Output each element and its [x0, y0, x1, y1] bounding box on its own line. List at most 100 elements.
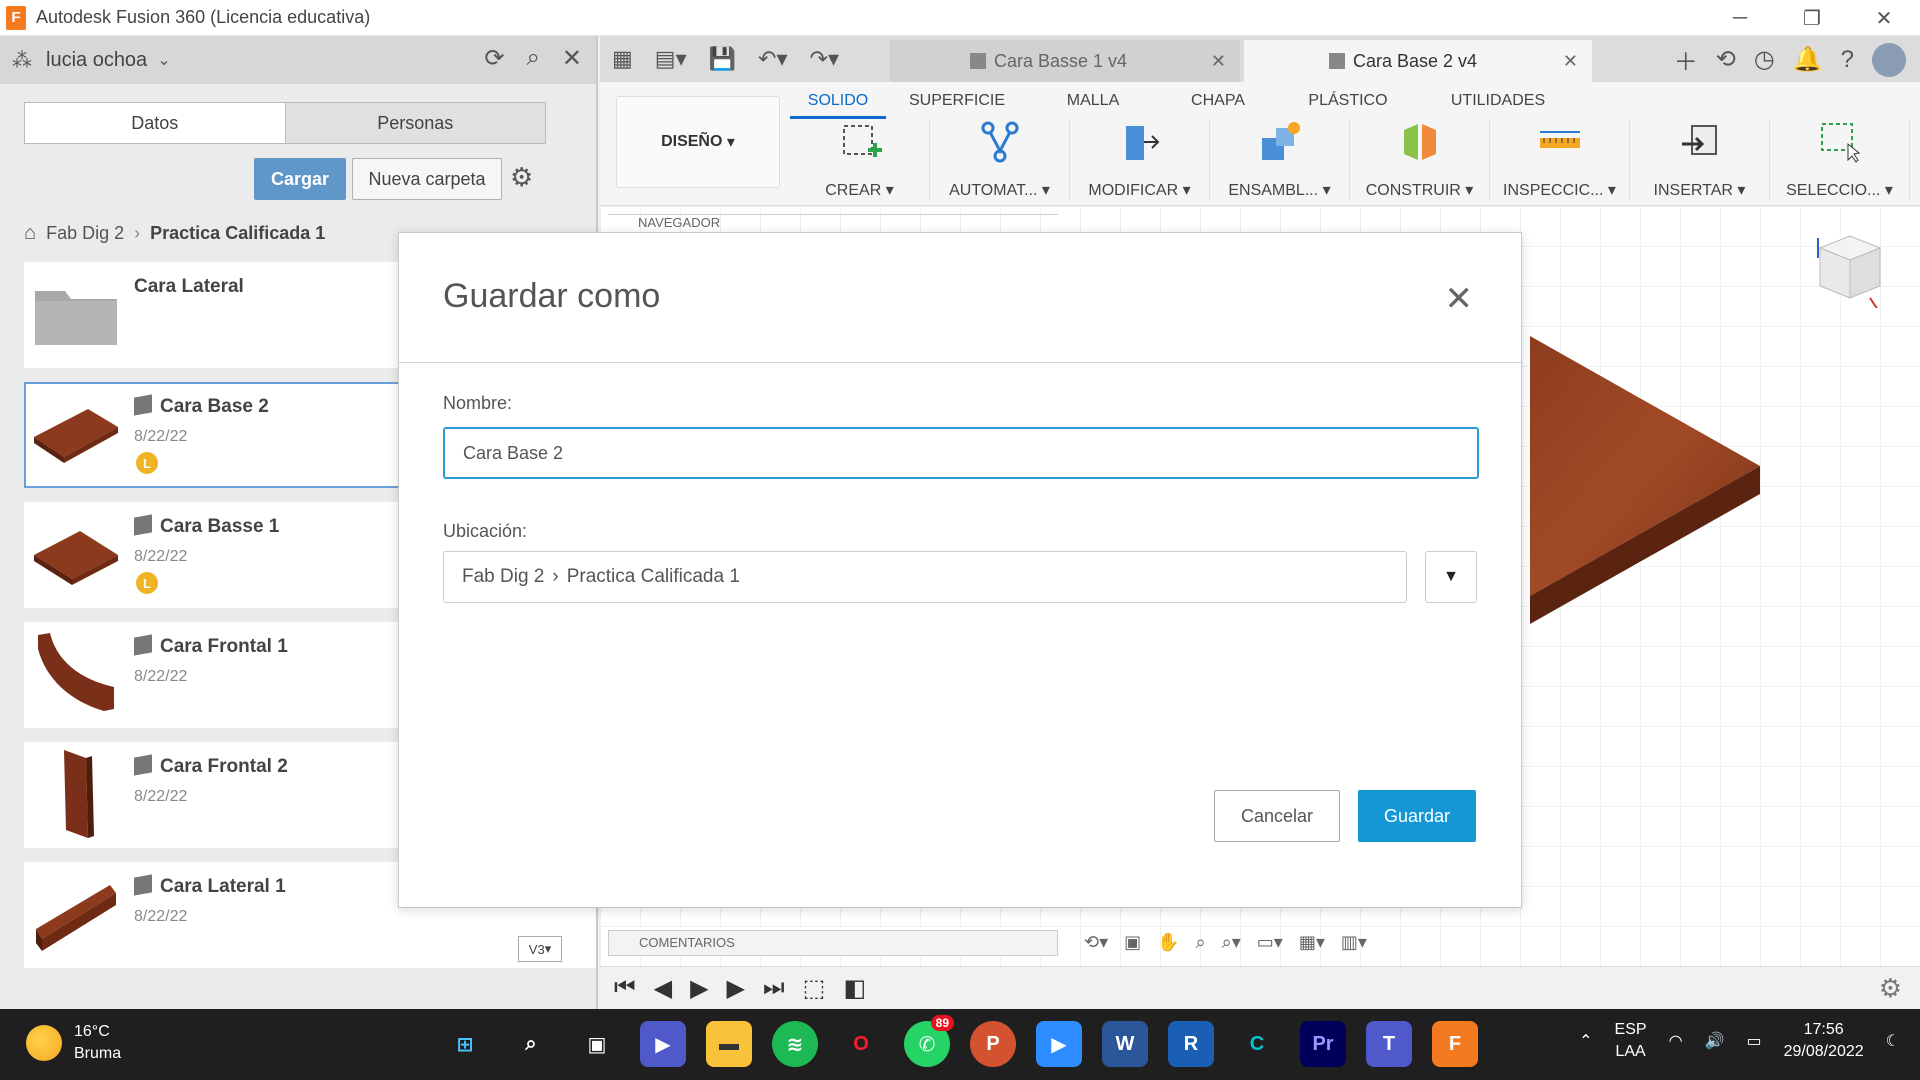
search-icon[interactable]: ⌕ — [508, 1021, 554, 1067]
close-window-button[interactable]: ✕ — [1848, 0, 1920, 36]
job-status-icon[interactable]: ◷ — [1754, 45, 1775, 74]
file-explorer-icon[interactable]: ▬ — [706, 1021, 752, 1067]
look-at-icon[interactable]: ▣ — [1124, 932, 1141, 953]
step-back-icon[interactable]: ◀ — [654, 974, 672, 1003]
upload-button[interactable]: Cargar — [254, 158, 346, 200]
revit-icon[interactable]: R — [1168, 1021, 1214, 1067]
cancel-button[interactable]: Cancelar — [1214, 790, 1340, 842]
weather-widget[interactable]: 16°C Bruma — [26, 1021, 121, 1065]
search-icon[interactable]: ⌕ — [526, 44, 539, 73]
file-icon[interactable]: ▤▾ — [655, 46, 687, 72]
workspace-switcher[interactable]: DISEÑO ▾ — [616, 96, 780, 188]
grid-settings-icon[interactable]: ▦▾ — [1299, 932, 1325, 953]
create-sketch-icon — [838, 120, 882, 164]
version-dropdown[interactable]: V3 ▾ — [518, 936, 562, 962]
canva-icon[interactable]: C — [1234, 1021, 1280, 1067]
doc-tab-cara-base-2[interactable]: Cara Base 2 v4 ✕ — [1244, 40, 1592, 82]
chevron-down-icon[interactable]: ⌄ — [157, 50, 170, 70]
save-button[interactable]: Guardar — [1358, 790, 1476, 842]
pan-icon[interactable]: ✋ — [1157, 932, 1179, 953]
comments-panel[interactable]: COMENTARIOS — [608, 930, 1058, 956]
windows-start-icon[interactable]: ⊞ — [442, 1021, 488, 1067]
zoom-icon[interactable]: ⌕ — [1196, 932, 1206, 953]
group-select[interactable]: SELECCIO... ▾ — [1770, 120, 1910, 200]
extrude-feature-icon[interactable]: ◧ — [843, 974, 866, 1003]
refresh-icon[interactable]: ⟳ — [484, 44, 504, 73]
tab-personas[interactable]: Personas — [284, 103, 545, 143]
tab-datos[interactable]: Datos — [25, 103, 285, 143]
language-indicator[interactable]: ESP LAA — [1615, 1019, 1647, 1063]
home-icon[interactable]: ⌂ — [24, 222, 36, 245]
sketch-feature-icon[interactable]: ⬚ — [803, 974, 826, 1003]
new-folder-button[interactable]: Nueva carpeta — [352, 158, 502, 200]
restore-button[interactable]: ❐ — [1776, 0, 1848, 36]
help-icon[interactable]: ? — [1841, 46, 1854, 74]
notifications-icon[interactable]: 🔔 — [1793, 45, 1823, 74]
group-automate[interactable]: AUTOMAT... ▾ — [930, 120, 1070, 200]
group-insert[interactable]: INSERTAR ▾ — [1630, 120, 1770, 200]
browser-navigator-header[interactable]: NAVEGADOR — [608, 214, 1058, 234]
premiere-icon[interactable]: Pr — [1300, 1021, 1346, 1067]
undo-icon[interactable]: ↶▾ — [758, 46, 787, 72]
volume-icon[interactable]: 🔊 — [1705, 1031, 1725, 1051]
task-view-icon[interactable]: ▣ — [574, 1021, 620, 1067]
team-icon: ⁂ — [12, 49, 32, 72]
wood-board-model[interactable] — [1530, 266, 1920, 686]
close-tab-icon[interactable]: ✕ — [1563, 51, 1578, 72]
group-inspect[interactable]: INSPECCIC... ▾ — [1490, 120, 1630, 200]
orbit-icon[interactable]: ⟲▾ — [1084, 932, 1108, 953]
tab-superficie[interactable]: SUPERFICIE — [886, 86, 1028, 119]
spotify-icon[interactable]: ≋ — [772, 1021, 818, 1067]
tab-plastico[interactable]: PLÁSTICO — [1278, 86, 1418, 119]
chevron-up-icon[interactable]: ⌃ — [1579, 1031, 1592, 1051]
extensions-icon[interactable]: ⟲ — [1716, 45, 1736, 74]
location-dropdown-button[interactable]: ▼ — [1425, 551, 1477, 603]
viewports-icon[interactable]: ▥▾ — [1341, 932, 1367, 953]
group-modify[interactable]: MODIFICAR ▾ — [1070, 120, 1210, 200]
location-field[interactable]: Fab Dig 2 › Practica Calificada 1 — [443, 551, 1407, 603]
name-input[interactable] — [443, 427, 1479, 479]
display-settings-icon[interactable]: ▭▾ — [1257, 932, 1283, 953]
wifi-icon[interactable]: ◠ — [1669, 1031, 1683, 1051]
moon-icon[interactable]: ☾ — [1886, 1031, 1900, 1051]
user-name[interactable]: lucia ochoa — [46, 49, 147, 72]
zoom-icon[interactable]: ▶ — [1036, 1021, 1082, 1067]
save-icon[interactable]: 💾 — [709, 46, 736, 72]
group-create[interactable]: CREAR ▾ — [790, 120, 930, 200]
minimize-button[interactable]: ─ — [1704, 0, 1776, 36]
data-panel-tabs: Datos Personas — [24, 102, 546, 144]
grid-menu-icon[interactable]: ▦ — [612, 46, 633, 72]
timeline-settings-icon[interactable]: ⚙ — [1879, 973, 1902, 1004]
group-construct[interactable]: CONSTRUIR ▾ — [1350, 120, 1490, 200]
close-icon[interactable]: ✕ — [1445, 279, 1474, 319]
go-to-start-icon[interactable]: ⏮ — [614, 974, 636, 1002]
chat-icon[interactable]: ▶ — [640, 1021, 686, 1067]
redo-icon[interactable]: ↷▾ — [810, 46, 839, 72]
clock[interactable]: 17:56 29/08/2022 — [1784, 1019, 1864, 1063]
group-label: INSERTAR — [1653, 182, 1733, 199]
tab-malla[interactable]: MALLA — [1028, 86, 1158, 119]
doc-tab-cara-basse-1[interactable]: Cara Basse 1 v4 ✕ — [890, 40, 1240, 82]
fusion-360-icon[interactable]: F — [1432, 1021, 1478, 1067]
battery-icon[interactable]: ▭ — [1746, 1031, 1761, 1051]
fit-icon[interactable]: ⌕▾ — [1222, 932, 1241, 953]
step-forward-icon[interactable]: ▶ — [727, 974, 745, 1003]
close-panel-icon[interactable]: ✕ — [562, 44, 582, 73]
play-icon[interactable]: ▶ — [690, 974, 708, 1003]
teams-icon[interactable]: T — [1366, 1021, 1412, 1067]
powerpoint-icon[interactable]: P — [970, 1021, 1016, 1067]
view-cube[interactable] — [1810, 228, 1890, 308]
close-tab-icon[interactable]: ✕ — [1211, 51, 1226, 72]
breadcrumb-project[interactable]: Fab Dig 2 — [46, 223, 124, 244]
avatar[interactable] — [1872, 42, 1906, 77]
opera-icon[interactable]: O — [838, 1021, 884, 1067]
word-icon[interactable]: W — [1102, 1021, 1148, 1067]
new-tab-icon[interactable]: ＋ — [1674, 42, 1698, 77]
settings-gear-icon[interactable]: ⚙ — [510, 162, 533, 193]
tab-chapa[interactable]: CHAPA — [1158, 86, 1278, 119]
tab-utilidades[interactable]: UTILIDADES — [1418, 86, 1578, 119]
tab-solido[interactable]: SOLIDO — [790, 86, 886, 119]
go-to-end-icon[interactable]: ⏭ — [763, 974, 785, 1002]
group-assemble[interactable]: ENSAMBL... ▾ — [1210, 120, 1350, 200]
whatsapp-icon[interactable]: ✆ 89 — [904, 1015, 954, 1067]
